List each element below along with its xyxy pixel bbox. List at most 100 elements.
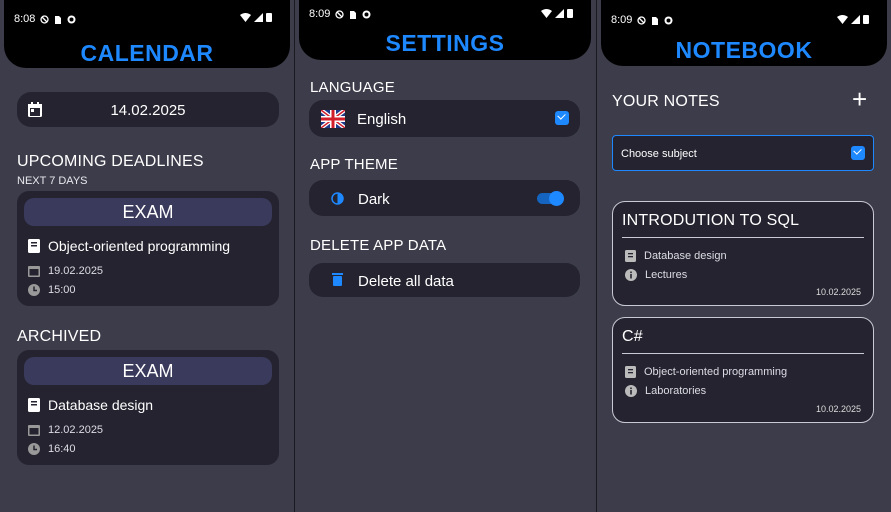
note-date: 10.02.2025	[815, 404, 861, 414]
note-subject-row: Database design	[625, 250, 727, 262]
dnd-icon	[335, 9, 345, 19]
dropdown-check-icon	[851, 146, 865, 160]
clock-icon	[28, 284, 40, 296]
subject-row: Object-oriented programming	[28, 238, 230, 254]
book-icon	[625, 366, 636, 378]
theme-value: Dark	[358, 191, 390, 208]
signal-icon	[555, 8, 564, 18]
signal-icon	[254, 12, 263, 22]
info-icon	[625, 269, 637, 281]
note-title: C#	[622, 328, 643, 345]
delete-heading: DELETE APP DATA	[310, 237, 447, 254]
language-select[interactable]: English	[309, 100, 580, 137]
subject-name: Object-oriented programming	[48, 238, 231, 254]
archived-card[interactable]: EXAM Database design 12.02.2025 16:40	[17, 350, 279, 465]
status-time: 8:08	[14, 13, 36, 25]
notes-heading: YOUR NOTES	[612, 93, 720, 110]
sim-icon	[55, 15, 62, 24]
subject-dropdown[interactable]: Choose subject	[612, 135, 874, 171]
info-icon	[625, 385, 637, 397]
date-row: 12.02.2025	[28, 424, 103, 436]
signal-icon	[851, 14, 860, 24]
uk-flag-icon	[321, 110, 345, 128]
theme-row: Dark	[309, 180, 580, 216]
note-subject-row: Object-oriented programming	[625, 366, 787, 378]
deadline-card[interactable]: EXAM Object-oriented programming 19.02.2…	[17, 191, 279, 306]
status-bar: 8:08	[14, 13, 76, 25]
note-subject: Object-oriented programming	[644, 366, 788, 378]
note-card[interactable]: INTRODUTION TO SQL Database design Lectu…	[612, 201, 874, 306]
app-notification-icon	[362, 10, 371, 18]
note-category: Laboratories	[645, 385, 707, 397]
note-title: INTRODUTION TO SQL	[622, 212, 800, 229]
exam-label: EXAM	[24, 357, 272, 385]
selected-date: 14.02.2025	[110, 102, 186, 119]
battery-icon	[266, 13, 272, 22]
wifi-icon	[837, 14, 848, 24]
calendar-icon	[28, 266, 40, 277]
status-time: 8:09	[309, 8, 331, 20]
top-bar: 8:09 SETTINGS	[299, 0, 591, 60]
subject-name: Database design	[48, 397, 154, 413]
note-subject: Database design	[644, 250, 727, 262]
battery-icon	[863, 15, 869, 24]
upcoming-heading: UPCOMING DEADLINES	[17, 153, 204, 170]
time-row: 15:00	[28, 284, 76, 296]
status-bar: 8:09	[611, 14, 673, 26]
theme-toggle[interactable]	[537, 191, 564, 206]
trash-icon	[332, 273, 343, 286]
toggle-knob	[549, 191, 564, 206]
date-picker[interactable]: 14.02.2025	[17, 92, 279, 127]
settings-screen: 8:09 SETTINGS LANGUAGE English APP THEME…	[295, 0, 595, 512]
dnd-icon	[637, 15, 647, 25]
app-notification-icon	[67, 15, 76, 23]
theme-heading: APP THEME	[310, 156, 398, 173]
exam-label: EXAM	[24, 198, 272, 226]
app-notification-icon	[664, 16, 673, 24]
dropdown-check-icon	[555, 111, 569, 125]
delete-label: Delete all data	[358, 273, 454, 290]
book-icon	[28, 398, 40, 412]
calendar-icon	[28, 425, 40, 436]
contrast-icon	[331, 192, 344, 205]
note-divider	[622, 237, 864, 238]
calendar-screen: 8:08 CALENDAR 14.02.2025 UPCOMING DEADLI…	[0, 0, 294, 512]
deadline-time: 16:40	[48, 443, 76, 455]
status-icons	[541, 8, 573, 18]
battery-icon	[567, 9, 573, 18]
note-category-row: Lectures	[625, 269, 687, 281]
note-category: Lectures	[645, 269, 688, 281]
top-bar: 8:08 CALENDAR	[4, 0, 290, 68]
book-icon	[625, 250, 636, 262]
note-category-row: Laboratories	[625, 385, 706, 397]
language-value: English	[357, 111, 407, 128]
deadline-date: 19.02.2025	[48, 265, 104, 277]
sim-icon	[350, 10, 357, 19]
wifi-icon	[240, 12, 251, 22]
deadline-date: 12.02.2025	[48, 424, 104, 436]
delete-all-data-button[interactable]: Delete all data	[309, 263, 580, 297]
upcoming-subheading: NEXT 7 DAYS	[17, 175, 88, 187]
time-row: 16:40	[28, 443, 76, 455]
book-icon	[28, 239, 40, 253]
status-icons	[240, 12, 272, 22]
status-icons	[837, 14, 869, 24]
note-date: 10.02.2025	[815, 287, 861, 297]
status-bar: 8:09	[309, 8, 371, 20]
status-time: 8:09	[611, 14, 633, 26]
subject-placeholder: Choose subject	[621, 148, 697, 160]
archived-heading: ARCHIVED	[17, 328, 102, 345]
note-divider	[622, 353, 864, 354]
add-note-button[interactable]: +	[852, 86, 867, 112]
dnd-icon	[40, 14, 50, 24]
wifi-icon	[541, 8, 552, 18]
page-title: SETTINGS	[385, 30, 505, 56]
deadline-time: 15:00	[48, 284, 76, 296]
language-heading: LANGUAGE	[310, 79, 395, 96]
page-title: NOTEBOOK	[675, 37, 813, 63]
page-title: CALENDAR	[80, 40, 214, 66]
top-bar: 8:09 NOTEBOOK	[601, 0, 887, 66]
note-card[interactable]: C# Object-oriented programming Laborator…	[612, 317, 874, 423]
notebook-screen: 8:09 NOTEBOOK YOUR NOTES + Choose subjec…	[597, 0, 891, 512]
sim-icon	[652, 16, 659, 25]
